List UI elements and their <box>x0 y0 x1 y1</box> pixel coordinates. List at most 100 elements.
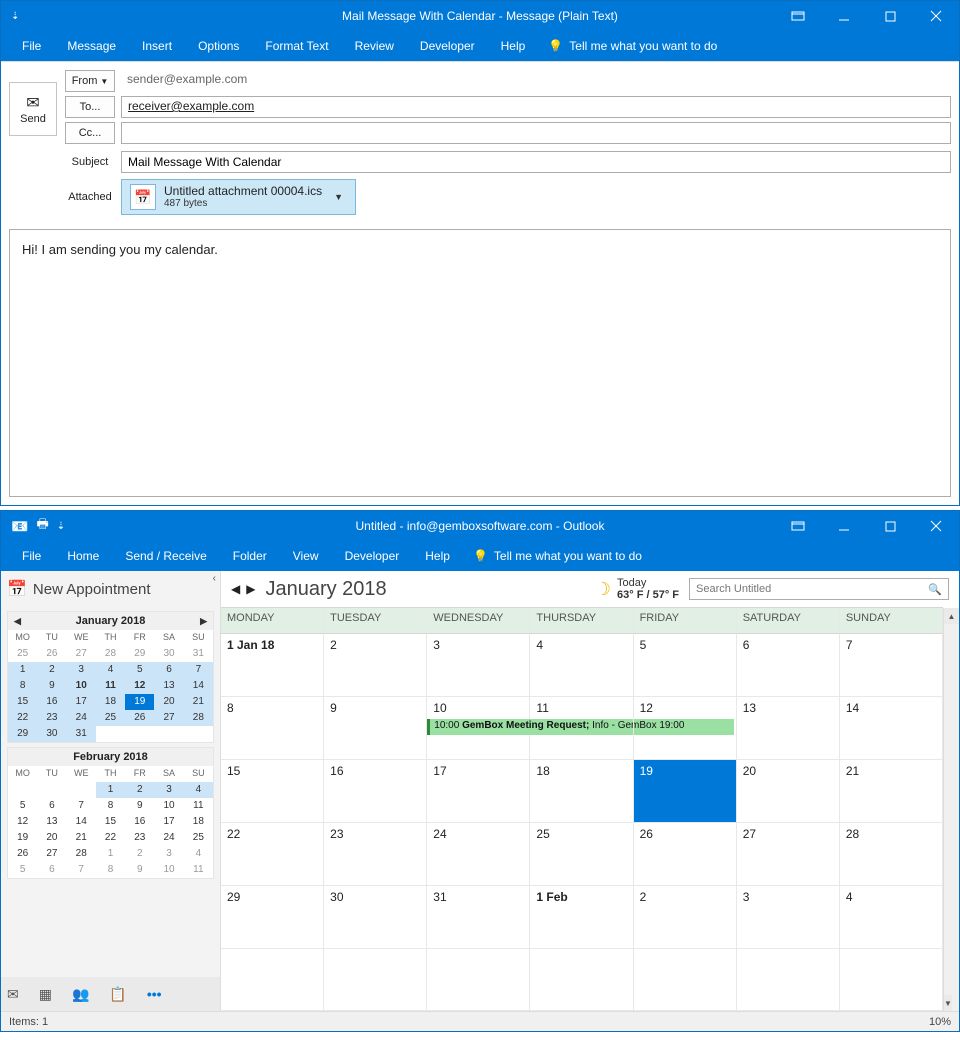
mini-cal-day[interactable]: 8 <box>96 798 125 814</box>
mini-cal-day[interactable]: 5 <box>125 662 154 678</box>
mini-cal-day[interactable]: 28 <box>67 846 96 862</box>
mail-icon[interactable]: ✉ <box>7 986 19 1003</box>
mini-cal-day[interactable]: 20 <box>37 830 66 846</box>
mini-cal-day[interactable]: 7 <box>67 798 96 814</box>
search-input[interactable]: Search Untitled 🔍 <box>689 578 949 600</box>
mini-cal-day[interactable]: 26 <box>125 710 154 726</box>
mini-cal-day[interactable]: 6 <box>154 662 183 678</box>
calendar-day[interactable] <box>324 949 427 1012</box>
mini-cal-day[interactable]: 29 <box>125 646 154 662</box>
mini-cal-day[interactable]: 5 <box>8 798 37 814</box>
mini-cal-day[interactable]: 18 <box>96 694 125 710</box>
calendar-day[interactable]: 25 <box>530 823 633 886</box>
calendar-day[interactable]: 4 <box>530 634 633 697</box>
mini-cal-day[interactable] <box>184 726 213 742</box>
calendar-day[interactable]: 15 <box>221 760 324 823</box>
mini-cal-day[interactable]: 19 <box>125 694 154 710</box>
subject-field[interactable] <box>121 151 951 173</box>
next-month-icon[interactable]: ▶ <box>200 616 207 627</box>
mini-cal-day[interactable]: 13 <box>154 678 183 694</box>
calendar-day[interactable]: 1 Feb <box>530 886 633 949</box>
calendar-grid[interactable]: MONDAYTUESDAYWEDNESDAYTHURSDAYFRIDAYSATU… <box>221 608 943 1011</box>
mini-cal-day[interactable]: 14 <box>67 814 96 830</box>
mini-cal-day[interactable]: 28 <box>96 646 125 662</box>
ribbon-display-icon[interactable] <box>775 1 821 31</box>
mini-cal-day[interactable]: 24 <box>67 710 96 726</box>
mini-cal-day[interactable]: 26 <box>37 646 66 662</box>
mini-cal-day[interactable]: 19 <box>8 830 37 846</box>
mini-cal-day[interactable]: 16 <box>37 694 66 710</box>
mini-cal-day[interactable]: 22 <box>8 710 37 726</box>
mini-cal-day[interactable]: 13 <box>37 814 66 830</box>
new-appointment-button[interactable]: 📅 New Appointment <box>1 571 220 607</box>
minimize-button[interactable] <box>821 1 867 31</box>
mini-cal-day[interactable]: 18 <box>184 814 213 830</box>
mini-cal-day[interactable]: 29 <box>8 726 37 742</box>
calendar-day[interactable]: 22 <box>221 823 324 886</box>
chevron-down-icon[interactable]: ▼ <box>330 192 347 202</box>
tasks-icon[interactable]: 📋 <box>109 986 126 1003</box>
calendar-day[interactable]: 31 <box>427 886 530 949</box>
mini-cal-day[interactable]: 1 <box>8 662 37 678</box>
calendar-day[interactable]: 8 <box>221 697 324 760</box>
mini-cal-day[interactable]: 10 <box>67 678 96 694</box>
calendar-day[interactable]: 12 <box>634 697 737 760</box>
mini-cal-day[interactable]: 8 <box>96 862 125 878</box>
mini-cal-day[interactable]: 14 <box>184 678 213 694</box>
menu-developer[interactable]: Developer <box>407 31 488 61</box>
mini-cal-grid[interactable]: MOTUWETHFRSASU12345678910111213141516171… <box>8 766 213 878</box>
calendar-day[interactable]: 3 <box>427 634 530 697</box>
tell-me-search[interactable]: 💡 Tell me what you want to do <box>463 549 652 563</box>
calendar-day[interactable]: 14 <box>840 697 943 760</box>
close-button[interactable] <box>913 511 959 541</box>
calendar-day[interactable]: 26 <box>634 823 737 886</box>
calendar-day[interactable]: 11 <box>530 697 633 760</box>
mini-cal-day[interactable]: 30 <box>37 726 66 742</box>
mini-cal-day[interactable]: 9 <box>125 862 154 878</box>
cc-button[interactable]: Cc... <box>65 122 115 144</box>
to-field[interactable]: receiver@example.com <box>121 96 951 118</box>
calendar-day[interactable]: 7 <box>840 634 943 697</box>
mini-cal-day[interactable]: 4 <box>184 846 213 862</box>
mini-cal-day[interactable]: 24 <box>154 830 183 846</box>
calendar-day[interactable]: 4 <box>840 886 943 949</box>
to-button[interactable]: To... <box>65 96 115 118</box>
mini-cal-day[interactable]: 12 <box>125 678 154 694</box>
mini-cal-day[interactable]: 9 <box>37 678 66 694</box>
mini-cal-day[interactable] <box>154 726 183 742</box>
calendar-day[interactable] <box>221 949 324 1012</box>
scroll-down-icon[interactable]: ▼ <box>944 995 952 1011</box>
mini-cal-day[interactable]: 10 <box>154 798 183 814</box>
mini-cal-day[interactable]: 6 <box>37 798 66 814</box>
calendar-day[interactable]: 21 <box>840 760 943 823</box>
menu-file[interactable]: File <box>9 31 54 61</box>
mini-cal-day[interactable]: 25 <box>184 830 213 846</box>
calendar-day[interactable] <box>737 949 840 1012</box>
mini-cal-day[interactable] <box>8 782 37 798</box>
calendar-day[interactable]: 2 <box>634 886 737 949</box>
mini-cal-day[interactable]: 17 <box>67 694 96 710</box>
mini-cal-day[interactable]: 20 <box>154 694 183 710</box>
mini-cal-day[interactable]: 7 <box>184 662 213 678</box>
menu-file[interactable]: File <box>9 541 54 571</box>
mini-cal-day[interactable]: 26 <box>8 846 37 862</box>
mini-cal-day[interactable]: 8 <box>8 678 37 694</box>
calendar-day[interactable]: 5 <box>634 634 737 697</box>
menu-help[interactable]: Help <box>412 541 463 571</box>
maximize-button[interactable] <box>867 511 913 541</box>
calendar-day[interactable]: 29 <box>221 886 324 949</box>
prev-icon[interactable]: ◀ <box>231 582 240 596</box>
calendar-day[interactable]: 2 <box>324 634 427 697</box>
people-icon[interactable]: 👥 <box>72 986 89 1003</box>
mini-cal-day[interactable]: 16 <box>125 814 154 830</box>
tell-me-search[interactable]: 💡 Tell me what you want to do <box>538 39 727 53</box>
mini-cal-day[interactable]: 30 <box>154 646 183 662</box>
calendar-day[interactable]: 6 <box>737 634 840 697</box>
mini-cal-day[interactable]: 15 <box>8 694 37 710</box>
close-button[interactable] <box>913 1 959 31</box>
menu-review[interactable]: Review <box>342 31 407 61</box>
cc-field[interactable] <box>121 122 951 144</box>
scroll-up-icon[interactable]: ▲ <box>944 608 959 624</box>
mini-cal-day[interactable]: 3 <box>154 782 183 798</box>
mini-cal-day[interactable]: 4 <box>96 662 125 678</box>
